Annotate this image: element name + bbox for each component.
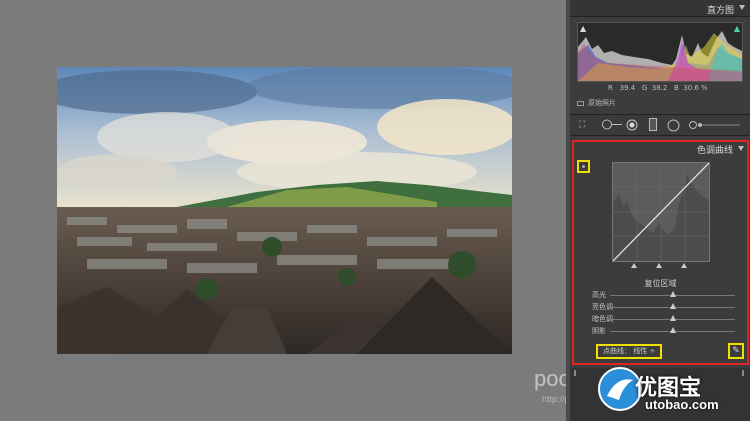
r-label: R xyxy=(608,84,613,92)
image-canvas: poco http://photo xyxy=(0,0,587,421)
g-value: 38.2 xyxy=(651,84,668,92)
collapse-triangle-icon[interactable] xyxy=(738,146,744,151)
slider-label: 阴影 xyxy=(592,327,606,335)
select-arrows-icon: ÷ xyxy=(649,347,656,355)
crop-icon[interactable]: ⛶ xyxy=(579,120,585,130)
point-curve-select[interactable]: 点曲线： 线性 ÷ xyxy=(596,344,663,359)
percent-unit: % xyxy=(701,84,708,92)
shadow-clip-icon[interactable]: ▲ xyxy=(580,24,586,33)
handle-icon xyxy=(574,370,576,376)
r-value: 39.4 xyxy=(619,84,636,92)
histogram-title: 直方图 xyxy=(706,6,734,16)
red-eye-icon[interactable] xyxy=(626,119,638,134)
tone-curve-graph[interactable] xyxy=(612,162,710,262)
tone-curve-section: 色调曲线 复位区域 高光 亮色调 暗色调 阴影 点曲线： 线性 ÷ ✎ xyxy=(572,140,749,365)
b-value: 30.6 xyxy=(683,84,699,92)
point-curve-value: 线性 xyxy=(633,347,648,355)
region-title: 复位区域 xyxy=(644,279,677,288)
g-label: G xyxy=(641,84,648,92)
slider-knob[interactable] xyxy=(669,303,676,309)
right-panel: 直方图 ▲ ▲ R 39.4 G 38.2 B 30.6 % 原始照片 ⛶ 色调… xyxy=(570,0,750,421)
tool-strip: ⛶ xyxy=(570,114,750,136)
lightroom-develop-window: poco http://photo 直方图 ▲ ▲ R 39.4 G 38.2 … xyxy=(0,0,750,421)
slider-lights[interactable]: 亮色调 xyxy=(592,302,742,312)
brand-url: utobao.com xyxy=(645,397,719,412)
graduated-filter-icon[interactable] xyxy=(649,118,657,134)
histogram-readout: R 39.4 G 38.2 B 30.6 % xyxy=(608,84,708,92)
highlight-clip-icon[interactable]: ▲ xyxy=(734,24,740,33)
collapse-triangle-icon[interactable] xyxy=(739,5,745,10)
slider-knob[interactable] xyxy=(669,291,676,297)
tone-curve-title: 色调曲线 xyxy=(696,146,733,156)
slider-knob[interactable] xyxy=(669,315,676,321)
slider-knob[interactable] xyxy=(669,327,676,333)
split-markers[interactable] xyxy=(612,263,710,269)
radial-filter-icon[interactable] xyxy=(667,119,680,135)
slider-label: 高光 xyxy=(592,291,606,299)
slider-shadows[interactable]: 阴影 xyxy=(592,326,742,336)
pencil-icon[interactable]: ✎ xyxy=(728,343,744,359)
checkbox-icon[interactable] xyxy=(577,100,584,106)
spot-removal-icon[interactable] xyxy=(601,119,623,130)
brush-icon[interactable] xyxy=(688,119,740,134)
target-adjust-icon[interactable] xyxy=(577,160,590,173)
b-label: B xyxy=(674,84,679,92)
tone-curve-header[interactable]: 色调曲线 xyxy=(574,142,747,156)
handle-icon xyxy=(742,370,744,376)
original-photo-toggle[interactable]: 原始照片 xyxy=(577,98,616,108)
histogram-header[interactable]: 直方图 xyxy=(570,0,750,17)
original-photo-label: 原始照片 xyxy=(588,99,616,107)
slider-highlights[interactable]: 高光 xyxy=(592,290,742,300)
histogram-graph[interactable]: ▲ ▲ xyxy=(577,22,743,82)
point-curve-label: 点曲线： xyxy=(603,347,631,355)
preview-photo xyxy=(57,67,512,354)
slider-darks[interactable]: 暗色调 xyxy=(592,314,742,324)
